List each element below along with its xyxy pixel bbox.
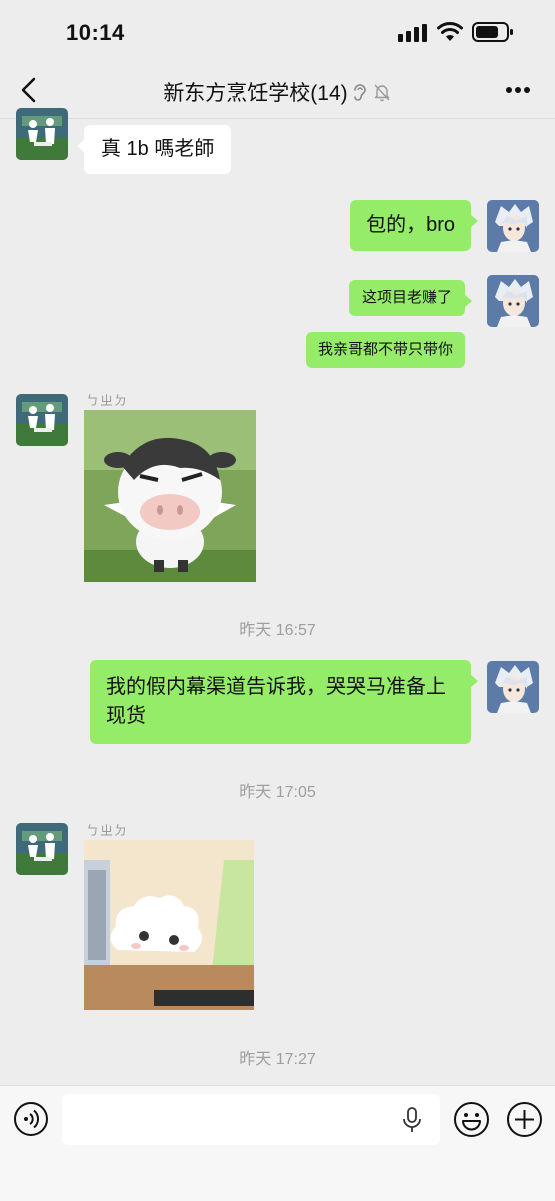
self-avatar[interactable] [487,200,539,252]
message-text: 这项目老赚了 [361,289,452,306]
sender-name: ㄅㄓㄉ [86,393,129,408]
self-avatar[interactable] [487,661,539,713]
ear-icon [353,84,366,101]
message-input[interactable] [62,1094,440,1145]
sticker-image [84,840,254,1010]
sticker-image [84,410,256,582]
plus-icon[interactable] [506,1101,543,1138]
message-text: 真 1b 嗎老師 [101,138,215,160]
status-time: 10:14 [66,20,125,45]
message-bubble-self[interactable]: 我亲哥都不带只带你 [305,332,465,368]
avatar[interactable] [16,394,68,446]
avatar-image [487,661,539,713]
chat-title[interactable]: 新东方烹饪学校(14) [163,77,347,107]
message-bubble-self[interactable]: 包的，bro [350,200,478,251]
avatar-image [487,275,539,327]
avatar[interactable] [16,108,68,160]
wifi-icon [437,22,463,41]
message-text: 我的假内幕渠道告诉我，哭哭马准备上现货 [106,676,446,727]
message-text: 我亲哥都不带只带你 [317,341,453,358]
emoji-icon[interactable] [453,1101,490,1138]
battery-icon [472,22,513,42]
more-icon[interactable] [505,86,531,94]
cellular-signal-icon [398,24,427,42]
avatar-image [16,823,68,875]
voice-icon[interactable] [13,1101,49,1137]
message-bubble-self[interactable]: 我的假内幕渠道告诉我，哭哭马准备上现货 [90,660,478,744]
timestamp: 昨天 17:27 [239,1051,316,1068]
avatar[interactable] [16,823,68,875]
timestamp: 昨天 16:57 [239,622,316,639]
avatar-image [16,108,68,160]
message-bubble-self[interactable]: 这项目老赚了 [348,280,473,316]
sticker-cloud[interactable] [84,840,254,1010]
sender-name: ㄅㄓㄉ [86,823,129,838]
chat-title-bar: 新东方烹饪学校(14) [0,77,555,107]
avatar-image [16,394,68,446]
mic-icon[interactable] [401,1106,423,1134]
sticker-cow[interactable] [84,410,256,582]
mute-bell-icon [374,84,390,102]
timestamp: 昨天 17:05 [239,784,316,801]
message-bubble[interactable]: 真 1b 嗎老師 [76,125,232,174]
message-text: 包的，bro [366,214,455,236]
avatar-image [487,200,539,252]
self-avatar[interactable] [487,275,539,327]
